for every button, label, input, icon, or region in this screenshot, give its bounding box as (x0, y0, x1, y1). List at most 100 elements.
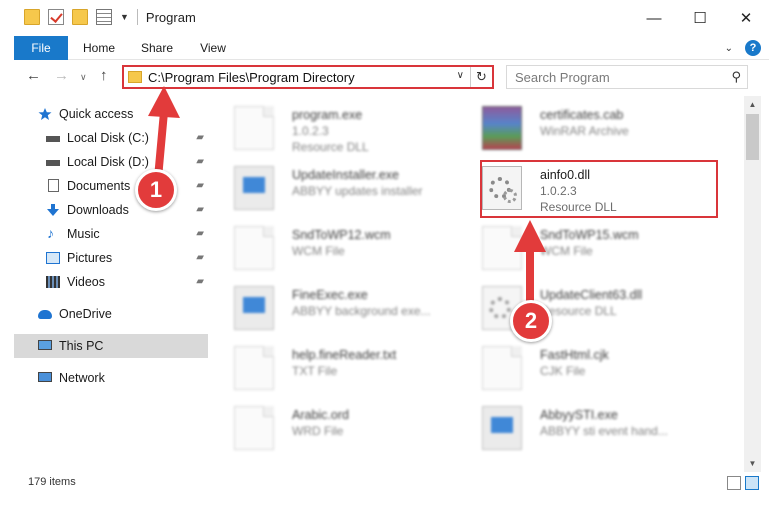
recent-locations-chevron-icon[interactable]: ∨ (80, 72, 87, 83)
back-arrow-icon[interactable]: ← (26, 67, 41, 84)
tab-home[interactable]: Home (74, 36, 124, 60)
search-icon[interactable]: ⚲ (731, 69, 741, 85)
sidebar-item-label: Music (67, 227, 100, 241)
pin-icon[interactable]: ▰ (196, 150, 204, 174)
file-item-certificates-cab[interactable]: certificates.cab WinRAR Archive (462, 100, 698, 160)
file-item-fineexec-exe[interactable]: FineExec.exe ABBYY background exe... (214, 280, 450, 340)
scroll-thumb[interactable] (746, 114, 759, 160)
file-item-program-exe[interactable]: program.exe 1.0.2.3 Resource DLL (214, 100, 450, 160)
customize-toolbar-chevron-icon[interactable]: ▼ (120, 12, 129, 22)
address-dropdown-chevron-icon[interactable]: ∨ (457, 70, 464, 81)
pin-icon[interactable]: ▰ (196, 126, 204, 150)
file-item-arabic-ord[interactable]: Arabic.ord WRD File (214, 400, 450, 460)
sidebar-item-onedrive[interactable]: OneDrive (14, 302, 208, 326)
file-item-updateinstaller-exe[interactable]: UpdateInstaller.exe ABBYY updates instal… (214, 160, 450, 220)
sidebar-item-label: OneDrive (59, 307, 112, 321)
sidebar-item-videos[interactable]: Videos ▰ (14, 270, 208, 294)
download-icon (47, 204, 59, 216)
file-detail: ABBYY updates installer (292, 184, 423, 198)
sidebar-item-label: Local Disk (C:) (67, 131, 149, 145)
app-icon (234, 166, 274, 210)
sidebar-item-label: Documents (67, 179, 131, 193)
file-name: FastHtml.cjk (540, 348, 609, 362)
new-folder-icon[interactable] (72, 9, 88, 25)
close-button[interactable]: ✕ (723, 0, 769, 36)
file-detail: ABBYY background exe... (292, 304, 431, 318)
window-title: Program (145, 9, 196, 25)
search-input[interactable]: Search Program ⚲ (506, 65, 748, 89)
folder-icon[interactable] (24, 9, 40, 25)
file-type: Resource DLL (292, 140, 369, 154)
help-icon[interactable]: ? (745, 40, 761, 56)
videos-icon (46, 276, 60, 288)
file-item-sndtowp12-wcm[interactable]: SndToWP12.wcm WCM File (214, 220, 450, 280)
file-item-abbyysti-exe[interactable]: AbbyySTI.exe ABBYY sti event hand... (462, 400, 698, 460)
minimize-button[interactable]: — (631, 0, 677, 36)
title-bar: ▼ Program — ☐ ✕ (14, 0, 769, 36)
sidebar-item-label: Videos (67, 275, 105, 289)
navigation-bar: ← → ∨ ↑ C:\Program Files\Program Directo… (14, 61, 769, 93)
expand-ribbon-chevron-icon[interactable]: ⌄ (725, 43, 733, 54)
pin-icon[interactable]: ▰ (196, 222, 204, 246)
sidebar-item-documents[interactable]: Documents ▰ (14, 174, 208, 198)
forward-arrow-icon[interactable]: → (54, 67, 69, 84)
refresh-icon[interactable]: ↻ (470, 67, 492, 87)
tab-share[interactable]: Share (132, 36, 182, 60)
file-detail: 1.0.2.3 (292, 124, 329, 138)
file-name: AbbyySTI.exe (540, 408, 618, 422)
sidebar-item-network[interactable]: Network (14, 366, 208, 390)
file-name: UpdateClient63.dll (540, 288, 643, 302)
file-item-updateclient63-dll[interactable]: UpdateClient63.dll Resource DLL (462, 280, 698, 340)
file-name: UpdateInstaller.exe (292, 168, 400, 182)
file-name: Arabic.ord (292, 408, 349, 422)
scroll-down-arrow-icon[interactable]: ▼ (744, 455, 761, 472)
details-view-icon[interactable] (727, 476, 741, 490)
address-bar[interactable]: C:\Program Files\Program Directory ∨ ↻ (122, 65, 494, 89)
maximize-button[interactable]: ☐ (677, 0, 723, 36)
pin-icon[interactable]: ▰ (196, 198, 204, 222)
up-arrow-icon[interactable]: ↑ (100, 67, 108, 84)
tab-file[interactable]: File (14, 36, 68, 60)
file-item-sndtowp15-wcm[interactable]: SndToWP15.wcm WCM File (462, 220, 698, 280)
file-list: program.exe 1.0.2.3 Resource DLL certifi… (214, 96, 744, 472)
file-item-help-finereader-txt[interactable]: help.fineReader.txt TXT File (214, 340, 450, 400)
step-2-badge: 2 (510, 300, 552, 342)
view-switcher (727, 476, 759, 490)
pin-icon[interactable]: ▰ (196, 246, 204, 270)
tab-view[interactable]: View (190, 36, 236, 60)
pin-icon[interactable]: ▰ (196, 174, 204, 198)
sidebar-item-label: Local Disk (D:) (67, 155, 149, 169)
file-doc-icon (234, 406, 274, 450)
file-doc-icon (234, 346, 274, 390)
sidebar-item-label: This PC (59, 339, 104, 353)
archive-icon (482, 106, 522, 150)
sidebar-item-this-pc[interactable]: This PC (14, 334, 208, 358)
sidebar-item-quick-access[interactable]: Quick access (14, 102, 208, 126)
sidebar-item-music[interactable]: ♪ Music ▰ (14, 222, 208, 246)
sidebar-item-label: Downloads (67, 203, 129, 217)
sidebar-item-local-disk-c[interactable]: Local Disk (C:) ▰ (14, 126, 208, 150)
search-placeholder: Search Program (515, 70, 610, 85)
large-icons-view-icon[interactable] (745, 476, 759, 490)
file-doc-icon (234, 106, 274, 150)
drive-icon (46, 160, 60, 166)
window-controls: — ☐ ✕ (631, 0, 769, 36)
file-name: certificates.cab (540, 108, 624, 122)
properties-icon[interactable] (96, 9, 112, 25)
file-item-fasthtml-cjk[interactable]: FastHtml.cjk CJK File (462, 340, 698, 400)
file-detail: WCM File (540, 244, 593, 258)
sidebar-item-downloads[interactable]: Downloads ▰ (14, 198, 208, 222)
sidebar-item-label: Pictures (67, 251, 113, 265)
sidebar-item-pictures[interactable]: Pictures ▰ (14, 246, 208, 270)
sidebar-item-local-disk-d[interactable]: Local Disk (D:) ▰ (14, 150, 208, 174)
address-path[interactable]: C:\Program Files\Program Directory (148, 70, 355, 85)
app-icon (482, 406, 522, 450)
scroll-up-arrow-icon[interactable]: ▲ (744, 96, 761, 113)
pin-icon[interactable]: ▰ (196, 270, 204, 294)
ribbon-tabs: File Home Share View ⌄ ? (14, 36, 769, 60)
properties-check-icon[interactable] (48, 9, 64, 25)
vertical-scrollbar[interactable]: ▲ ▼ (744, 96, 761, 472)
gear-icon (489, 297, 511, 319)
computer-icon (38, 340, 52, 350)
file-name: SndToWP12.wcm (292, 228, 391, 242)
